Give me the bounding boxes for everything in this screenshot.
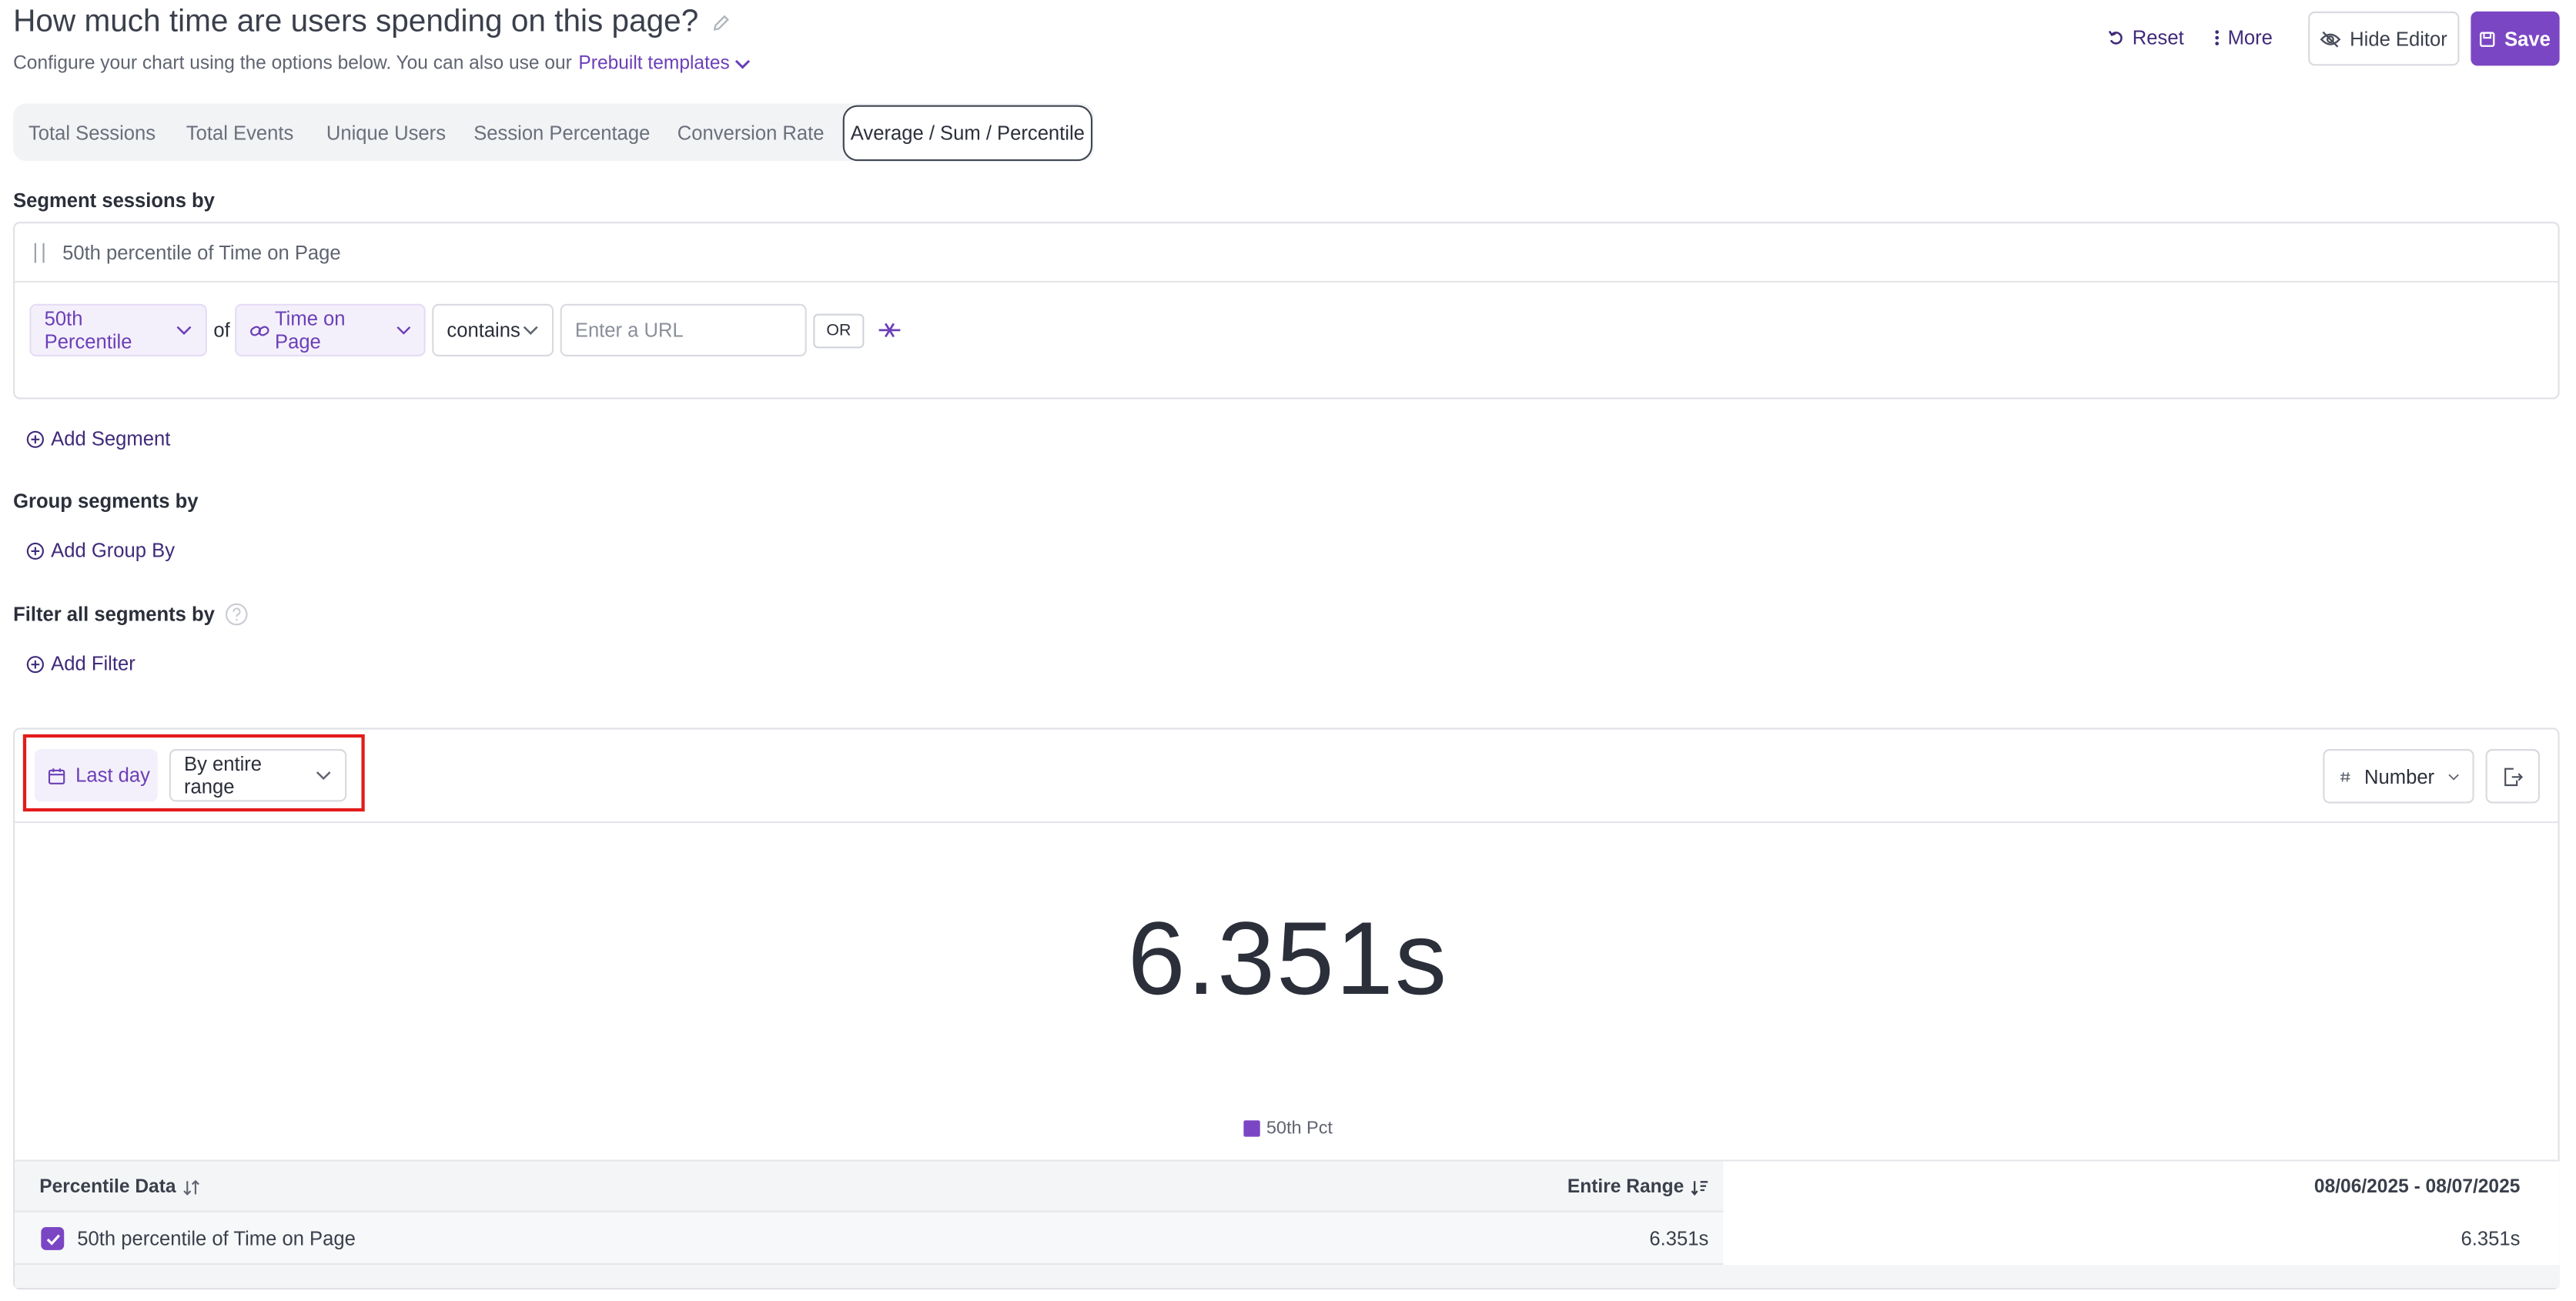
row-checkbox[interactable] <box>41 1227 65 1250</box>
table-footer <box>15 1265 2560 1288</box>
add-segment-button[interactable]: Add Segment <box>26 427 170 450</box>
tab-total-events[interactable]: Total Events <box>171 103 309 161</box>
segment-section-label: Segment sessions by <box>13 189 215 212</box>
add-group-by-button[interactable]: Add Group By <box>26 539 175 562</box>
legend-label: 50th Pct <box>1266 1119 1333 1139</box>
filter-section-label: Filter all segments by <box>13 603 248 626</box>
eye-off-icon <box>2320 30 2341 47</box>
drag-handle-icon[interactable] <box>34 242 45 263</box>
link-icon <box>250 325 269 336</box>
plus-circle-icon <box>26 654 44 673</box>
plus-circle-icon <box>26 541 44 559</box>
hash-icon <box>2340 771 2350 781</box>
more-button[interactable]: More <box>2214 26 2273 50</box>
hide-editor-label: Hide Editor <box>2350 27 2447 51</box>
date-range-button[interactable]: Last day <box>34 749 158 802</box>
tab-session-percentage[interactable]: Session Percentage <box>463 103 661 161</box>
add-group-by-label: Add Group By <box>51 538 175 562</box>
header-date-column[interactable]: 08/06/2025 - 08/07/2025 <box>2314 1162 2520 1214</box>
of-label: of <box>213 318 230 342</box>
header-percentile-data-label: Percentile Data <box>39 1178 176 1198</box>
reset-label: Reset <box>2132 26 2184 50</box>
property-select[interactable]: Time on Page <box>235 303 426 357</box>
help-icon[interactable] <box>225 603 248 626</box>
add-filter-label: Add Filter <box>51 652 135 676</box>
save-icon <box>2481 31 2496 46</box>
header-entire-range[interactable]: Entire Range <box>1567 1162 1708 1214</box>
more-label: More <box>2227 26 2273 50</box>
number-format-select[interactable]: Number <box>2323 749 2474 804</box>
table-row: 50th percentile of Time on Page 6.351s 6… <box>15 1212 2560 1266</box>
prebuilt-templates-link[interactable]: Prebuilt templates <box>578 54 751 74</box>
remove-filter-icon[interactable] <box>878 320 902 340</box>
url-input-placeholder: Enter a URL <box>574 318 684 342</box>
operator-value: contains <box>447 318 520 342</box>
interval-select[interactable]: By entire range <box>169 749 347 802</box>
prebuilt-templates-label: Prebuilt templates <box>578 54 730 75</box>
chevron-down-icon <box>523 326 538 335</box>
aggregation-select[interactable]: 50th Percentile <box>29 303 207 357</box>
header-entire-range-label: Entire Range <box>1567 1178 1684 1198</box>
page-title-text: How much time are users spending on this… <box>13 5 699 40</box>
filter-section-text: Filter all segments by <box>13 603 215 627</box>
operator-select[interactable]: contains <box>432 303 554 357</box>
reset-button[interactable]: Reset <box>2108 26 2184 49</box>
export-button[interactable] <box>2485 749 2541 804</box>
interval-value: By entire range <box>183 752 263 799</box>
page-title: How much time are users spending on this… <box>13 5 731 41</box>
add-segment-label: Add Segment <box>51 426 171 450</box>
header-percentile-data[interactable]: Percentile Data <box>39 1162 200 1214</box>
row-date-value: 6.351s <box>2461 1227 2521 1250</box>
chevron-down-icon <box>735 59 751 69</box>
legend-swatch <box>1243 1120 1260 1137</box>
more-vertical-icon <box>2215 30 2220 45</box>
table-header-row: Percentile Data Entire Range 08/06/2025 … <box>15 1159 2560 1214</box>
tab-average-sum-percentile[interactable]: Average / Sum / Percentile <box>842 104 1093 161</box>
or-button[interactable]: OR <box>813 313 865 349</box>
chevron-down-icon <box>316 771 331 781</box>
date-range-label: Last day <box>75 764 150 788</box>
chart-toolbar: Last day By entire range Number <box>15 729 2558 824</box>
subtitle-text: Configure your chart using the options b… <box>13 54 572 75</box>
calendar-icon <box>48 768 65 784</box>
reset-icon <box>2108 30 2123 45</box>
save-label: Save <box>2504 27 2551 51</box>
plus-circle-icon <box>26 430 44 447</box>
row-entire-range-value: 6.351s <box>1649 1227 1709 1250</box>
segment-name[interactable]: 50th percentile of Time on Page <box>62 241 341 264</box>
page-subtitle: Configure your chart using the options b… <box>13 54 751 74</box>
export-icon <box>2504 767 2524 786</box>
aggregation-value: 50th Percentile <box>44 307 132 353</box>
chart-legend: 50th Pct <box>0 1119 2576 1139</box>
sort-descending-icon <box>1691 1181 1708 1196</box>
hide-editor-button[interactable]: Hide Editor <box>2308 11 2460 66</box>
metric-value: 6.351s <box>1127 901 1449 1017</box>
sort-icon <box>183 1179 200 1196</box>
tab-total-sessions[interactable]: Total Sessions <box>13 103 171 161</box>
number-format-value: Number <box>2364 764 2435 788</box>
metric-tabs: Total Sessions Total Events Unique Users… <box>13 103 1095 162</box>
edit-pencil-icon[interactable] <box>711 13 731 33</box>
segment-card: 50th percentile of Time on Page 50th Per… <box>13 222 2560 400</box>
group-section-label: Group segments by <box>13 489 199 513</box>
tab-unique-users[interactable]: Unique Users <box>309 103 463 161</box>
chevron-down-icon <box>176 326 192 335</box>
save-button[interactable]: Save <box>2471 11 2560 66</box>
url-input[interactable]: Enter a URL <box>560 303 807 357</box>
row-name: 50th percentile of Time on Page <box>77 1227 356 1250</box>
chevron-down-icon <box>2448 773 2459 780</box>
chevron-down-icon <box>396 326 410 335</box>
tab-conversion-rate[interactable]: Conversion Rate <box>661 103 841 161</box>
checkmark-icon <box>45 1233 59 1245</box>
property-value: Time on Page <box>274 307 346 353</box>
add-filter-button[interactable]: Add Filter <box>26 652 135 675</box>
segment-header: 50th percentile of Time on Page <box>15 223 2558 283</box>
